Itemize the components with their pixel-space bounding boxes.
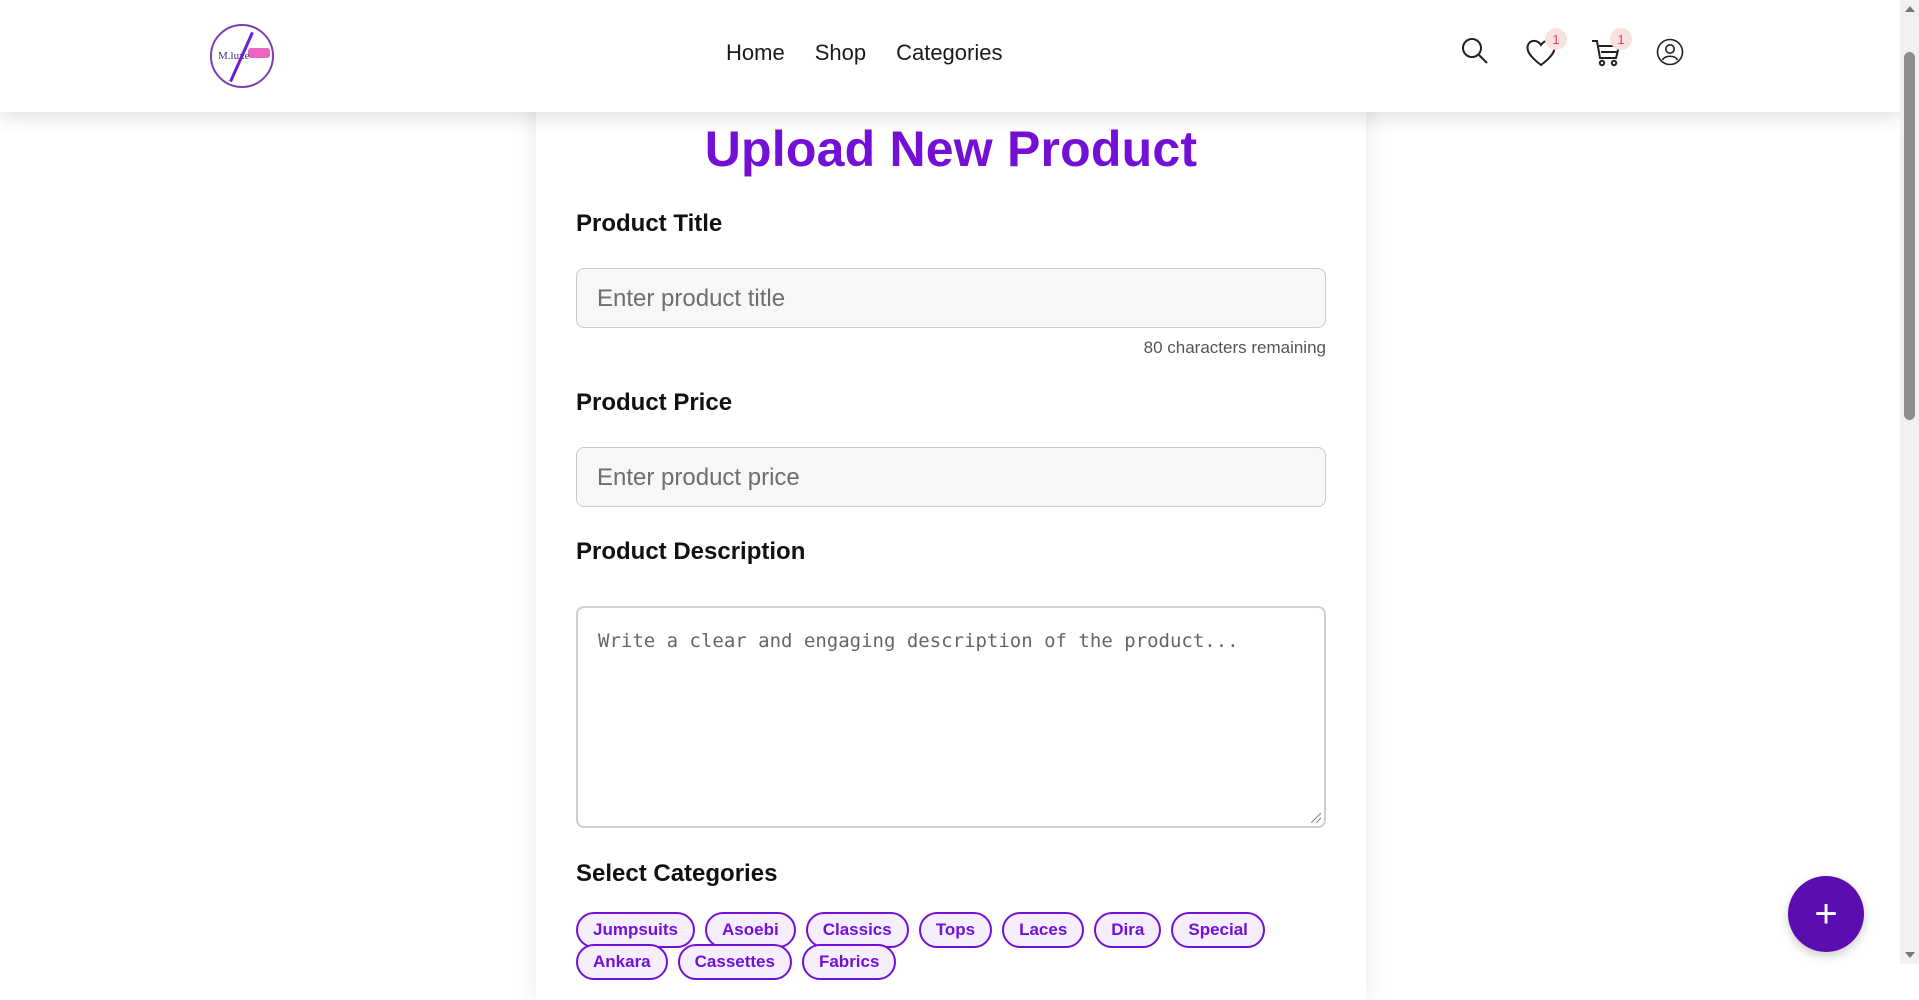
account-button[interactable]: [1656, 38, 1690, 72]
upload-product-card: Upload New Product Product Title Enter p…: [536, 100, 1366, 1000]
search-icon: [1462, 38, 1488, 64]
user-icon: [1656, 38, 1684, 66]
category-chips: Jumpsuits Asoebi Classics Tops Laces Dir…: [576, 912, 1336, 980]
product-price-input[interactable]: Enter product price: [576, 447, 1326, 507]
characters-remaining: 80 characters remaining: [1143, 338, 1326, 357]
search-button[interactable]: [1460, 36, 1494, 70]
select-categories-label: Select Categories: [576, 860, 778, 887]
nav-categories[interactable]: Categories: [896, 40, 1002, 66]
brand-logo[interactable]: M.luxe: [210, 24, 274, 88]
category-chip-jumpsuits[interactable]: Jumpsuits: [576, 912, 696, 948]
page-title: Upload New Product: [704, 121, 1198, 177]
scrollbar-thumb[interactable]: [1904, 52, 1915, 420]
wishlist-count-badge: 1: [1545, 28, 1567, 50]
cart-button[interactable]: 1: [1590, 28, 1632, 72]
plus-icon: +: [1814, 891, 1838, 936]
product-title-placeholder: Enter product title: [597, 285, 786, 312]
product-title-label: Product Title: [576, 210, 723, 237]
add-product-fab[interactable]: +: [1788, 876, 1864, 952]
main-nav: Home Shop Categories: [726, 40, 1002, 66]
nav-shop[interactable]: Shop: [815, 40, 866, 66]
category-chip-dira[interactable]: Dira: [1094, 912, 1162, 948]
resize-handle-icon[interactable]: [1311, 813, 1321, 823]
product-description-label: Product Description: [576, 538, 806, 565]
category-chip-cassettes[interactable]: Cassettes: [677, 944, 792, 980]
cart-count-badge: 1: [1610, 28, 1632, 50]
logo-text: M.luxe: [218, 50, 250, 62]
wishlist-button[interactable]: 1: [1525, 28, 1567, 72]
scroll-up-arrow-icon[interactable]: [1905, 6, 1915, 12]
product-price-label: Product Price: [576, 389, 733, 416]
category-chip-classics[interactable]: Classics: [805, 912, 909, 948]
category-chip-asoebi[interactable]: Asoebi: [705, 912, 796, 948]
nav-home[interactable]: Home: [726, 40, 785, 66]
category-chip-ankara[interactable]: Ankara: [576, 944, 668, 980]
product-price-placeholder: Enter product price: [597, 464, 800, 491]
logo-mark: [248, 48, 270, 58]
category-chip-fabrics[interactable]: Fabrics: [801, 944, 897, 980]
description-placeholder: Write a clear and engaging description o…: [598, 630, 1239, 652]
category-chip-tops[interactable]: Tops: [918, 912, 993, 948]
product-description-textarea[interactable]: Write a clear and engaging description o…: [576, 606, 1326, 828]
category-chip-laces[interactable]: Laces: [1002, 912, 1085, 948]
site-header: M.luxe Home Shop Categories 1 1: [0, 0, 1900, 112]
category-chip-special[interactable]: Special: [1171, 912, 1265, 948]
product-title-input[interactable]: Enter product title: [576, 268, 1326, 328]
page-scrollbar[interactable]: [1900, 0, 1919, 964]
scroll-down-arrow-icon[interactable]: [1905, 952, 1915, 958]
